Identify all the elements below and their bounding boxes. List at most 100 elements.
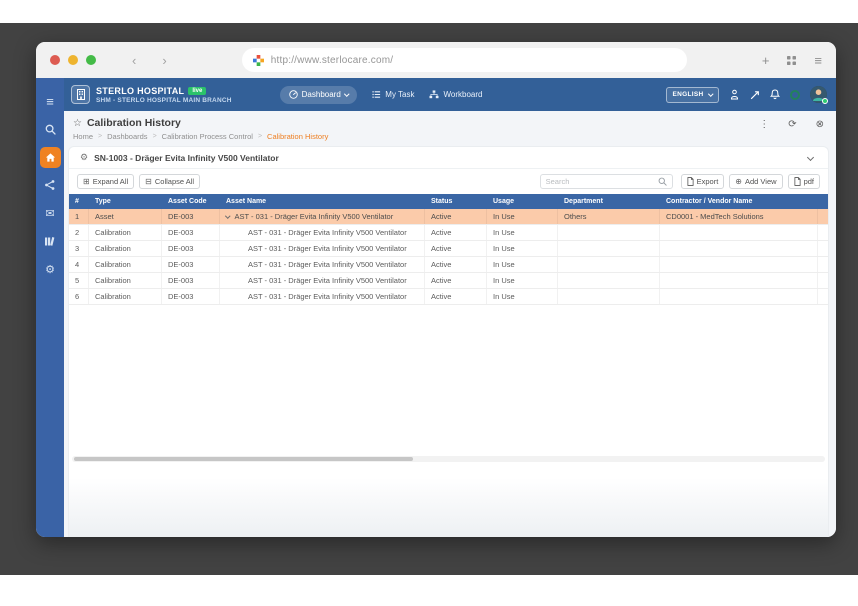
favorite-star-icon[interactable]: ☆ xyxy=(73,118,82,129)
table-cell: Active xyxy=(425,257,487,272)
column-header[interactable] xyxy=(818,194,828,209)
trend-arrow-icon[interactable] xyxy=(750,90,760,100)
table-row[interactable]: 4 Calibration DE-003 AST - 031 - Dräger Evi… xyxy=(69,257,828,273)
table-cell: Active xyxy=(425,209,487,224)
sidebar-settings-icon[interactable]: ⚙ xyxy=(36,255,64,283)
row-expand-caret-icon[interactable] xyxy=(225,213,231,218)
breadcrumb-current: Calibration History xyxy=(267,132,329,141)
export-button[interactable]: Export xyxy=(680,174,725,189)
table-cell: In Use xyxy=(487,289,558,304)
pdf-button[interactable]: pdf xyxy=(787,174,820,189)
breadcrumb-calibration-process-control[interactable]: Calibration Process Control xyxy=(162,132,253,141)
table-cell: DE-003 xyxy=(162,257,220,272)
expand-icon: ⊞ xyxy=(83,176,90,186)
minimize-window-button[interactable] xyxy=(68,55,78,65)
refresh-icon[interactable]: ⟳ xyxy=(788,120,796,130)
table-cell: 1 xyxy=(69,209,89,224)
workboard-icon xyxy=(429,90,439,99)
address-bar[interactable]: http://www.sterlocare.com/ xyxy=(241,48,687,72)
asset-section-header[interactable]: ⚙ SN-1003 - Dräger Evita Infinity V500 V… xyxy=(69,147,828,169)
column-header[interactable]: Department xyxy=(558,194,660,209)
close-window-button[interactable] xyxy=(50,55,60,65)
column-header[interactable]: Asset Code xyxy=(162,194,220,209)
sidebar-library-icon[interactable] xyxy=(36,227,64,255)
column-header[interactable]: Status xyxy=(425,194,487,209)
scrollbar-track[interactable] xyxy=(72,456,825,462)
pdf-file-icon xyxy=(794,177,801,186)
nav-dashboard[interactable]: Dashboard xyxy=(279,85,358,104)
search-input[interactable] xyxy=(545,177,658,186)
table-cell: Active xyxy=(425,241,487,256)
table-empty-area xyxy=(69,305,828,455)
column-header[interactable]: Usage xyxy=(487,194,558,209)
sidebar-menu-icon[interactable]: ≡ xyxy=(36,87,64,115)
table-row[interactable]: 3 Calibration DE-003 AST - 031 - Dräger Evi… xyxy=(69,241,828,257)
add-view-button[interactable]: ⊕ Add View xyxy=(729,174,783,189)
window-controls xyxy=(50,55,96,65)
calibration-table: # Type Asset Code Asset Name Status Usage Depa… xyxy=(69,194,828,305)
table-cell: AST - 031 - Dräger Evita Infinity V500 V… xyxy=(220,289,425,304)
column-header[interactable]: Asset Name xyxy=(220,194,425,209)
nav-my-task[interactable]: My Task xyxy=(372,90,414,99)
collapse-all-label: Collapse All xyxy=(154,177,195,186)
tab-switcher-icon[interactable] xyxy=(786,55,797,66)
table-cell xyxy=(818,241,828,256)
expand-all-button[interactable]: ⊞ Expand All xyxy=(77,174,135,189)
table-cell xyxy=(660,273,818,288)
column-header[interactable]: Contractor / Vendor Name xyxy=(660,194,818,209)
home-icon xyxy=(39,146,61,168)
back-icon[interactable]: ‹ xyxy=(132,54,136,67)
forward-icon[interactable]: › xyxy=(162,54,166,67)
browser-menu-icon[interactable]: ≡ xyxy=(814,54,822,67)
table-cell: Asset xyxy=(89,209,162,224)
section-collapse-chevron-icon[interactable] xyxy=(806,153,815,162)
maximize-window-button[interactable] xyxy=(86,55,96,65)
site-favicon-icon xyxy=(252,54,264,66)
search-icon[interactable] xyxy=(658,177,667,186)
language-label: ENGLISH xyxy=(672,91,704,98)
expand-all-label: Expand All xyxy=(92,177,129,186)
breadcrumb-home[interactable]: Home xyxy=(73,132,93,141)
table-cell: 2 xyxy=(69,225,89,240)
pdf-label: pdf xyxy=(803,177,814,186)
table-row[interactable]: 5 Calibration DE-003 AST - 031 - Dräger Evi… xyxy=(69,273,828,289)
page-title: Calibration History xyxy=(86,117,181,129)
user-avatar[interactable] xyxy=(810,86,828,104)
column-header[interactable]: # xyxy=(69,194,89,209)
content-card: ⚙ SN-1003 - Dräger Evita Infinity V500 V… xyxy=(68,146,829,537)
breadcrumb-dashboards[interactable]: Dashboards xyxy=(107,132,147,141)
table-cell: Calibration xyxy=(89,257,162,272)
sidebar-mail-icon[interactable]: ✉ xyxy=(36,199,64,227)
table-row[interactable]: 1 Asset DE-003 AST - 031 - Dräger Evita Inf… xyxy=(69,209,828,225)
close-page-icon[interactable]: ⊗ xyxy=(816,120,824,130)
table-header-row: # Type Asset Code Asset Name Status Usage Depa… xyxy=(69,194,828,209)
sidebar-home-button[interactable] xyxy=(36,143,64,171)
column-header[interactable]: Type xyxy=(89,194,162,209)
sidebar-network-icon[interactable] xyxy=(36,171,64,199)
table-cell: AST - 031 - Dräger Evita Infinity V500 V… xyxy=(220,241,425,256)
notifications-bell-icon[interactable] xyxy=(770,89,780,100)
account-icon[interactable] xyxy=(729,89,740,100)
new-tab-icon[interactable]: + xyxy=(762,54,770,67)
table-cell: AST - 031 - Dräger Evita Infinity V500 V… xyxy=(220,273,425,288)
status-ring-icon xyxy=(790,89,800,100)
hospital-logo-icon[interactable] xyxy=(71,85,90,104)
table-cell: DE-003 xyxy=(162,225,220,240)
table-cell: DE-003 xyxy=(162,273,220,288)
nav-workboard[interactable]: Workboard xyxy=(429,90,482,99)
table-cell: 5 xyxy=(69,273,89,288)
language-selector[interactable]: ENGLISH xyxy=(665,86,719,103)
table-cell xyxy=(660,289,818,304)
table-cell: In Use xyxy=(487,257,558,272)
branch-name: SHM - STERLO HOSPITAL MAIN BRANCH xyxy=(96,96,232,104)
nav-dashboard-label: Dashboard xyxy=(301,90,341,99)
collapse-all-button[interactable]: ⊟ Collapse All xyxy=(139,174,201,189)
more-options-icon[interactable]: ⋮ xyxy=(759,120,769,130)
table-row[interactable]: 2 Calibration DE-003 AST - 031 - Dräger Evi… xyxy=(69,225,828,241)
url-text: http://www.sterlocare.com/ xyxy=(270,54,394,66)
sidebar-search-icon[interactable] xyxy=(36,115,64,143)
table-cell xyxy=(660,225,818,240)
scrollbar-thumb[interactable] xyxy=(74,457,413,461)
table-row[interactable]: 6 Calibration DE-003 AST - 031 - Dräger Evi… xyxy=(69,289,828,305)
table-cell xyxy=(818,257,828,272)
